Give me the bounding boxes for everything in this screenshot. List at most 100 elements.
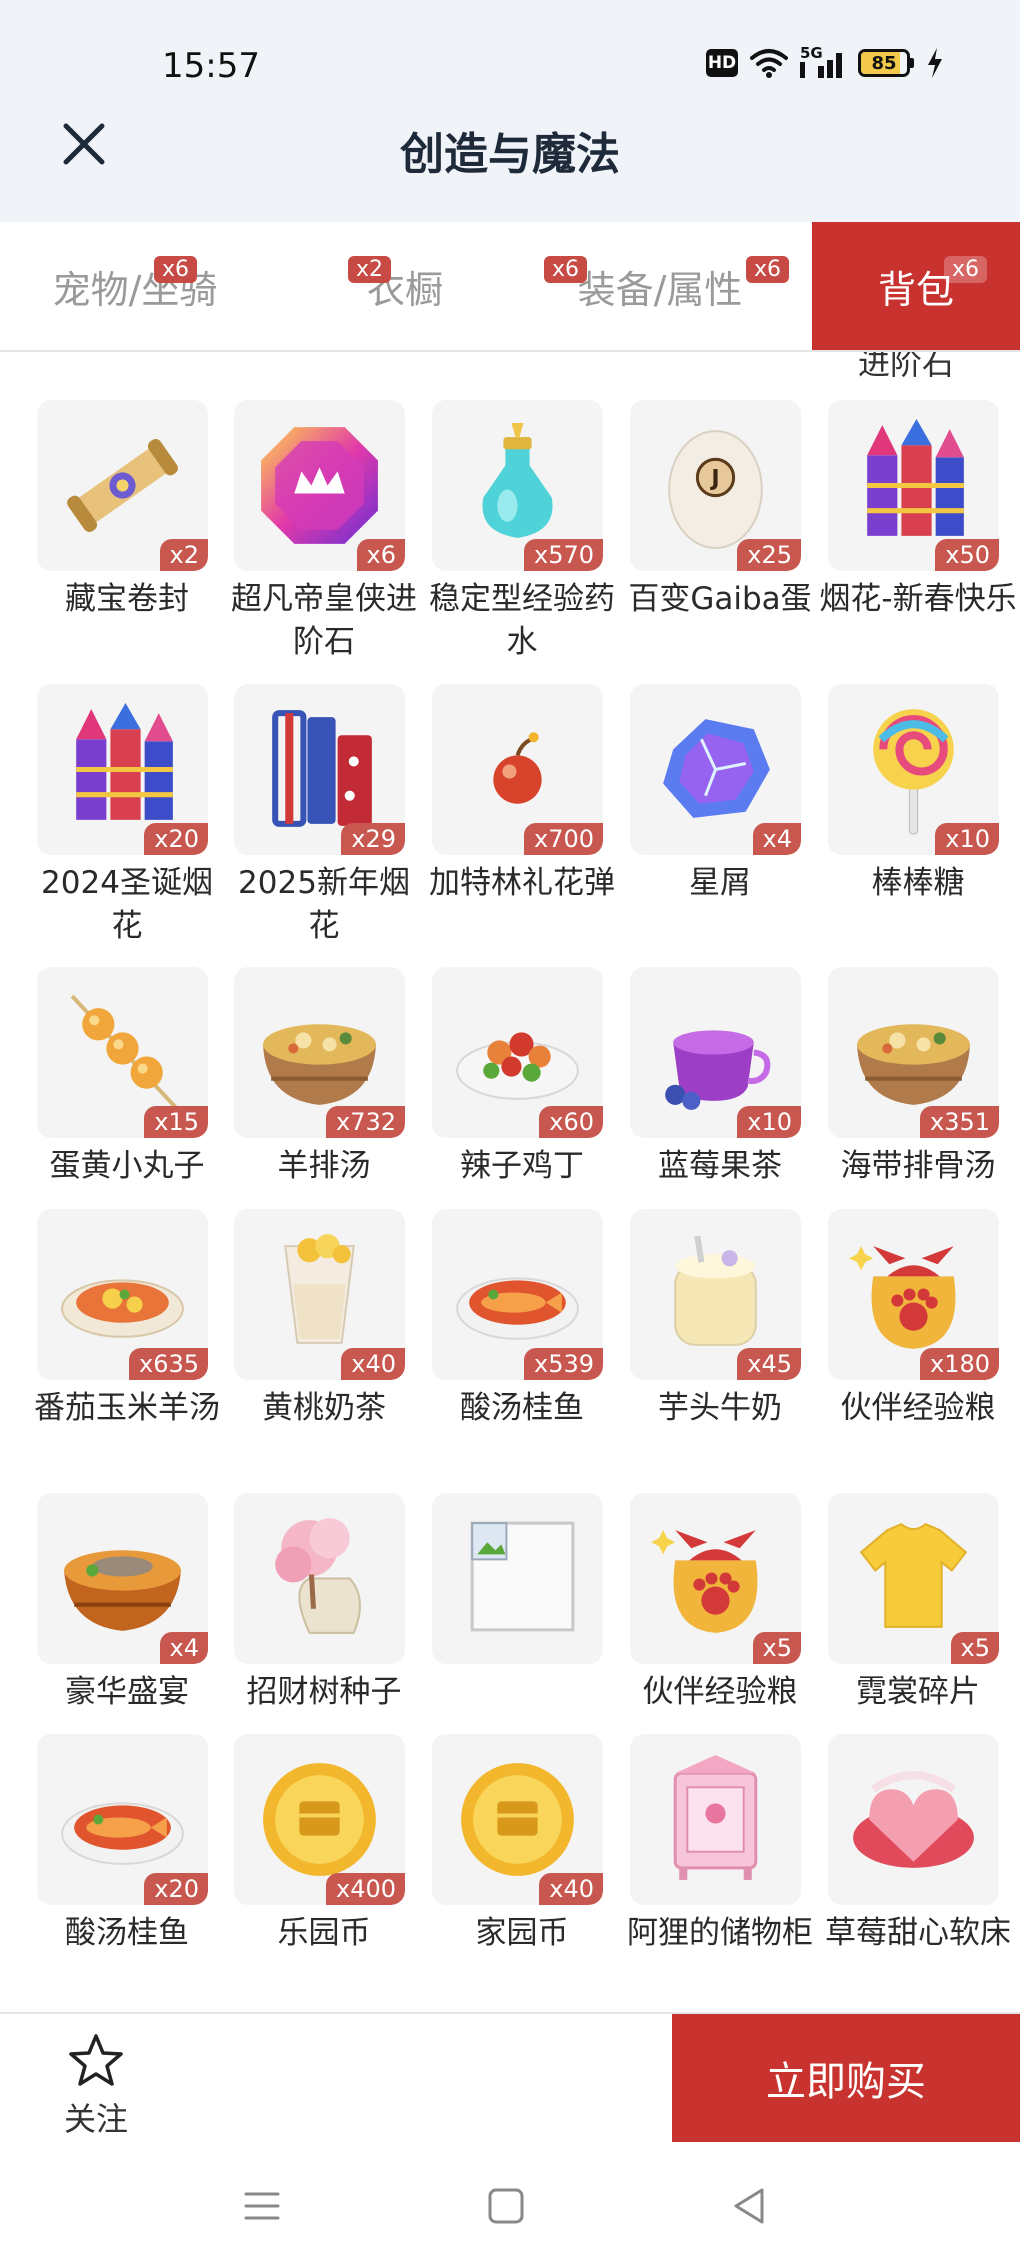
item-card: x10 bbox=[828, 684, 999, 855]
item-name: 2024圣诞烟花 bbox=[41, 865, 213, 944]
cell-signal-icon: 5G bbox=[800, 44, 846, 78]
item-name: 蛋黄小丸子 bbox=[49, 1148, 205, 1184]
svg-text:J: J bbox=[709, 466, 719, 492]
tab-badge: x6 bbox=[746, 256, 790, 283]
item-quantity-badge: x50 bbox=[935, 539, 999, 571]
shirt-icon bbox=[859, 1522, 968, 1628]
crystal-icon bbox=[663, 719, 770, 818]
category-tabs: 宠物/坐骑 x6 衣橱 x2 装备/属性 x6 x6 背包 x6 bbox=[0, 222, 1020, 352]
bomb-icon bbox=[493, 732, 542, 804]
buy-now-button[interactable]: 立即购买 bbox=[672, 2014, 1020, 2142]
item-card: x6 bbox=[234, 400, 405, 571]
gem-icon bbox=[261, 427, 378, 544]
item-quantity-badge: x6 bbox=[356, 539, 405, 571]
item-card: x10 bbox=[630, 967, 801, 1138]
item-card: x700 bbox=[432, 684, 603, 855]
milk-tea-icon bbox=[284, 1234, 355, 1344]
coin-icon bbox=[461, 1763, 574, 1876]
dish-plate-icon bbox=[456, 1032, 579, 1100]
item-name: 草莓甜心软床 bbox=[825, 1915, 1011, 1951]
item-name: 烟花-新春快乐 bbox=[819, 581, 1017, 617]
tab-badge: x6 bbox=[544, 256, 588, 283]
item-name: 蓝莓果茶 bbox=[658, 1148, 782, 1184]
item-card: x5 bbox=[630, 1493, 801, 1664]
item-card: x180 bbox=[828, 1209, 999, 1380]
tea-cup-icon bbox=[665, 1030, 771, 1110]
item-name: 酸汤桂鱼 bbox=[65, 1915, 189, 1951]
egg-icon: J bbox=[668, 430, 763, 549]
paw-bag-icon bbox=[849, 1246, 956, 1349]
item-name: 海带排骨汤 bbox=[840, 1148, 996, 1184]
wifi-icon bbox=[750, 49, 788, 78]
item-quantity-badge: x10 bbox=[737, 1106, 801, 1138]
item-name: 乐园币 bbox=[277, 1915, 371, 1951]
partial-item-label: 进阶石 bbox=[857, 352, 954, 382]
charging-icon bbox=[928, 48, 942, 78]
top-bar: 15:57 HD 5G 85 创造与魔法 bbox=[0, 0, 1020, 222]
item-card bbox=[432, 1493, 603, 1664]
cabinet-icon bbox=[673, 1755, 758, 1880]
scroll-icon bbox=[67, 439, 178, 532]
tab-backpack[interactable]: 背包 x6 bbox=[812, 222, 1020, 350]
item-quantity-badge: x10 bbox=[935, 823, 999, 855]
soup-bowl-icon bbox=[263, 1024, 376, 1105]
item-quantity-badge: x700 bbox=[523, 823, 603, 855]
item-quantity-badge: x570 bbox=[523, 539, 603, 571]
tab-wardrobe[interactable]: 衣橱 x2 bbox=[330, 222, 480, 350]
battery-icon: 85 bbox=[858, 49, 914, 77]
item-card bbox=[630, 1734, 801, 1905]
item-quantity-badge: x539 bbox=[523, 1348, 603, 1380]
item-card: x40 bbox=[432, 1734, 603, 1905]
fish-dish-icon bbox=[61, 1802, 184, 1865]
item-name: 2025新年烟花 bbox=[238, 865, 410, 944]
item-card: x40 bbox=[234, 1209, 405, 1380]
item-name: 辣子鸡丁 bbox=[460, 1148, 584, 1184]
tab-equipment-attributes[interactable]: 装备/属性 x6 x6 bbox=[544, 222, 790, 350]
potion-icon bbox=[482, 423, 553, 538]
feast-bowl-icon bbox=[64, 1550, 181, 1631]
tab-pets-mounts[interactable]: 宠物/坐骑 x6 bbox=[30, 222, 240, 350]
tab-badge: x6 bbox=[944, 256, 988, 283]
item-card: x732 bbox=[234, 967, 405, 1138]
seed-bag-icon bbox=[275, 1518, 361, 1634]
item-name: 招财树种子 bbox=[246, 1674, 402, 1710]
item-card: x351 bbox=[828, 967, 999, 1138]
item-name: 羊排汤 bbox=[277, 1148, 371, 1184]
item-quantity-badge: x5 bbox=[752, 1632, 801, 1664]
item-card: x20 bbox=[37, 684, 208, 855]
item-quantity-badge: x29 bbox=[341, 823, 405, 855]
item-quantity-badge: x4 bbox=[752, 823, 801, 855]
item-name: 番茄玉米羊汤 bbox=[34, 1390, 220, 1426]
casserole-icon bbox=[61, 1279, 184, 1338]
back-icon[interactable] bbox=[726, 2182, 774, 2230]
item-card: x570 bbox=[432, 400, 603, 571]
item-card: x539 bbox=[432, 1209, 603, 1380]
lollipop-icon bbox=[873, 709, 954, 835]
item-quantity-badge: x25 bbox=[737, 539, 801, 571]
menu-icon[interactable] bbox=[238, 2182, 286, 2230]
item-quantity-badge: x15 bbox=[144, 1106, 208, 1138]
item-quantity-badge: x20 bbox=[144, 1873, 208, 1905]
firework-icon bbox=[76, 703, 173, 820]
follow-button[interactable]: 关注 bbox=[48, 2032, 144, 2140]
item-name: 豪华盛宴 bbox=[65, 1674, 189, 1710]
item-quantity-badge: x60 bbox=[539, 1106, 603, 1138]
item-name: 加特林礼花弹 bbox=[429, 865, 615, 901]
tab-badge: x2 bbox=[348, 256, 392, 283]
paw-bag-icon bbox=[651, 1530, 758, 1633]
milk-jar-icon bbox=[674, 1235, 757, 1346]
page-title: 创造与魔法 bbox=[400, 129, 620, 180]
skewer-icon bbox=[70, 994, 181, 1113]
item-quantity-badge: x635 bbox=[128, 1348, 208, 1380]
item-quantity-badge: x4 bbox=[159, 1632, 208, 1664]
item-card: x15 bbox=[37, 967, 208, 1138]
firework-icon bbox=[867, 419, 964, 536]
item-card bbox=[828, 1734, 999, 1905]
status-icons: HD 5G 85 bbox=[706, 44, 944, 78]
bed-icon bbox=[853, 1771, 974, 1868]
item-quantity-badge: x45 bbox=[737, 1348, 801, 1380]
home-icon[interactable] bbox=[482, 2182, 530, 2230]
item-card: Jx25 bbox=[630, 400, 801, 571]
item-card bbox=[234, 1493, 405, 1664]
item-card: x29 bbox=[234, 684, 405, 855]
